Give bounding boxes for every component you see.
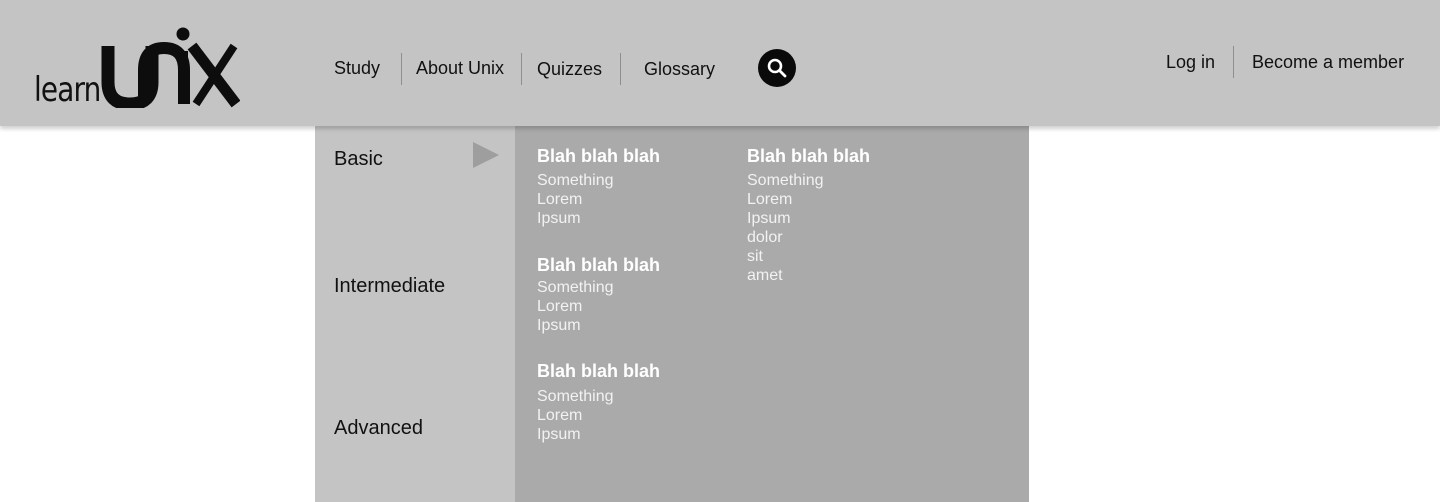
menu-link[interactable]: Lorem [537,297,660,316]
become-member-link[interactable]: Become a member [1252,52,1404,73]
menu-link[interactable]: Ipsum [537,209,660,228]
menu-link[interactable]: dolor [747,228,870,247]
menu-link[interactable]: Something [537,171,660,190]
login-link[interactable]: Log in [1166,52,1215,73]
menu-link[interactable]: Ipsum [747,209,870,228]
menu-link[interactable]: Lorem [537,190,660,209]
menu-group: Blah blah blah Something Lorem Ipsum [537,358,660,444]
logo-learn-text: learn [34,70,101,110]
menu-group: Blah blah blah Something Lorem Ipsum [537,252,660,335]
menu-link[interactable]: Something [537,387,660,406]
nav-separator [620,53,621,85]
mega-menu-panel: Blah blah blah Something Lorem Ipsum Bla… [515,126,1029,502]
menu-level-advanced[interactable]: Advanced [334,417,423,440]
nav-glossary[interactable]: Glossary [644,59,715,80]
menu-level-intermediate[interactable]: Intermediate [334,275,445,298]
mega-menu-levels: Basic Intermediate Advanced [315,126,515,502]
menu-group-title[interactable]: Blah blah blah [537,143,660,169]
nav-about-unix[interactable]: About Unix [416,58,504,79]
header-separator [1233,46,1234,78]
nav-study[interactable]: Study [334,58,380,79]
site-header: learn Study About Unix Quizzes Glossary … [0,0,1440,126]
menu-link[interactable]: Lorem [747,190,870,209]
menu-level-basic[interactable]: Basic [334,148,383,171]
site-logo[interactable]: learn [34,24,244,110]
nav-quizzes[interactable]: Quizzes [537,59,602,80]
menu-group-title[interactable]: Blah blah blah [537,358,660,384]
search-icon [767,58,787,78]
menu-link[interactable]: amet [747,266,870,285]
menu-group: Blah blah blah Something Lorem Ipsum [537,143,660,228]
active-level-arrow-icon [473,142,499,168]
logo-unix-wordmark [101,27,240,108]
menu-group: Blah blah blah Something Lorem Ipsum dol… [747,143,870,285]
menu-group-title[interactable]: Blah blah blah [537,252,660,278]
nav-separator [401,53,402,85]
menu-link[interactable]: Something [537,278,660,297]
search-button[interactable] [758,49,796,87]
menu-link[interactable]: Ipsum [537,425,660,444]
menu-link[interactable]: sit [747,247,870,266]
menu-link[interactable]: Lorem [537,406,660,425]
nav-separator [521,53,522,85]
menu-link[interactable]: Ipsum [537,316,660,335]
menu-group-title[interactable]: Blah blah blah [747,143,870,169]
menu-link[interactable]: Something [747,171,870,190]
